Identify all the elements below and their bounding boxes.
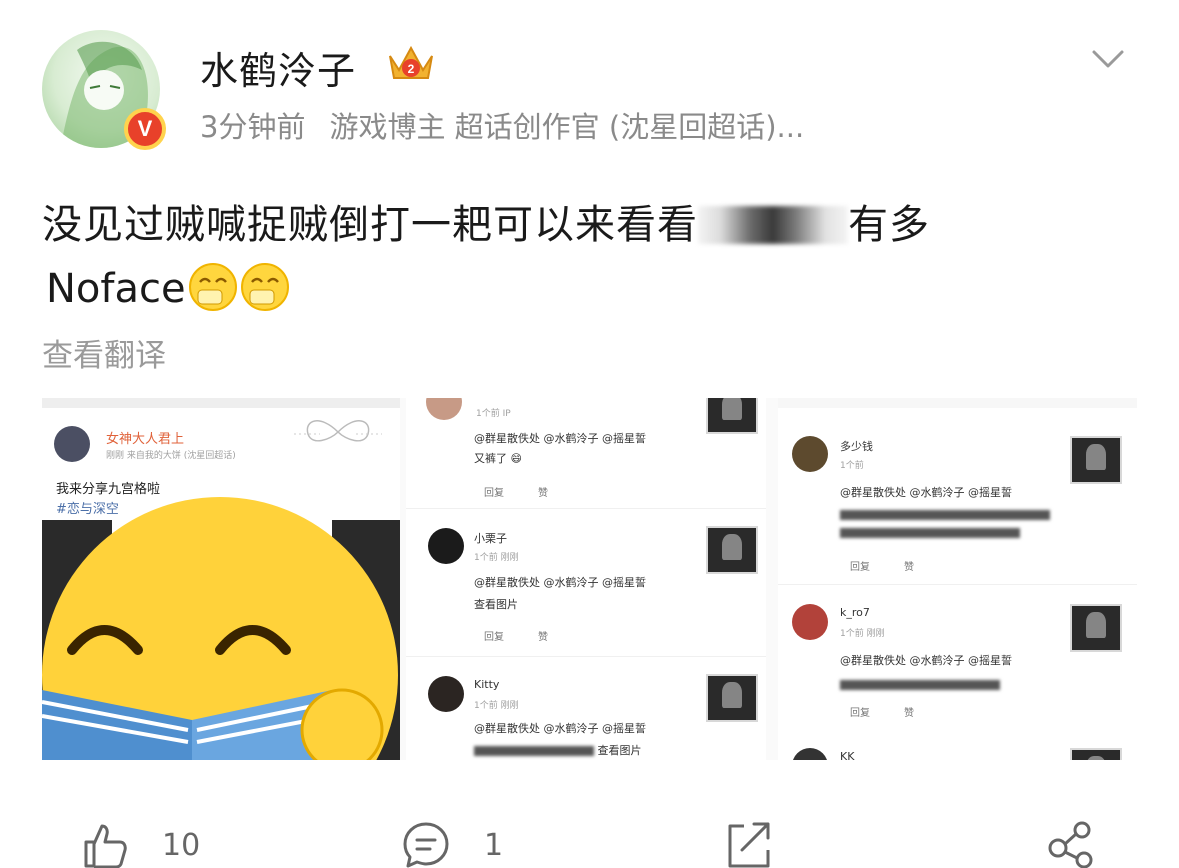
comment-username: Kitty [474,678,500,691]
translate-link[interactable]: 查看翻译 [42,330,166,375]
comment-extra[interactable]: 查看图片 [474,596,518,612]
bow-icon [294,420,382,442]
thumbnail-meta: 刚刚 来自我的大饼 (沈星回超话) [106,451,236,461]
comment-thumb[interactable] [706,398,758,434]
redacted-text [840,504,1050,523]
comment-avatar [428,676,464,712]
svg-text:2: 2 [408,62,415,76]
comment-actions[interactable]: 回复赞 [850,704,948,719]
redacted-region [698,206,848,244]
comment-actions[interactable]: 回复赞 [484,628,582,643]
comment-text: @群星散佚处 @水鹤泠子 @摇星誓 [840,654,1012,667]
repost-icon [728,822,770,868]
comment-avatar [792,604,828,640]
image-top-bar [42,398,400,408]
thumbnail-avatar [54,426,90,462]
post-text-part2: 有多 [848,202,930,248]
comment-avatar [792,436,828,472]
comment-thumb[interactable] [1070,604,1122,652]
comment-username: KK [840,750,855,760]
post-image-3[interactable]: 多少钱 1个前 @群星散佚处 @水鹤泠子 @摇星誓 回复赞 k_ro7 1个前 … [778,398,1137,760]
post-image-1[interactable]: 女神大人君上 刚刚 来自我的大饼 (沈星回超话) 我来分享九宫格啦 #恋与深空 [42,398,400,760]
smile-emoji-icon [188,263,237,311]
comment-username: 小栗子 [474,532,507,545]
smile-emoji-icon [240,263,289,311]
comment-avatar [428,528,464,564]
like-count: 10 [162,828,201,863]
comment-extra: 又裤了 😄 [474,452,522,465]
comment-actions[interactable]: 回复赞 [484,484,582,499]
comment-meta: 1个前 刚刚 [474,553,519,563]
redacted-text [840,674,1000,693]
share-icon [1048,821,1093,868]
comment-icon [403,822,449,868]
reading-emoji-icon [42,497,400,760]
thumbnail-username: 女神大人君上 [106,432,185,447]
comment-thumb[interactable] [1070,436,1122,484]
post-time: 3分钟前 [200,110,306,144]
comment-text: @群星散佚处 @水鹤泠子 @摇星誓 [474,576,646,589]
username[interactable]: 水鹤泠子 [200,40,356,95]
comment-username: 多少钱 [840,440,873,453]
comment-meta: 1个前 刚刚 [840,629,885,639]
post-text-line1: 没见过贼喊捉贼倒打一耙可以来看看 有多 [42,192,930,250]
comment-avatar [792,748,828,760]
post-images[interactable]: 女神大人君上 刚刚 来自我的大饼 (沈星回超话) 我来分享九宫格啦 #恋与深空 … [42,398,1137,760]
post-image-2[interactable]: 1个前 IP @群星散佚处 @水鹤泠子 @摇星誓 又裤了 😄 回复赞 小栗子 1… [406,398,766,760]
comment-count: 1 [484,828,504,863]
redacted-text [840,522,1020,541]
comment-text: @群星散佚处 @水鹤泠子 @摇星誓 [840,486,1012,499]
comment-meta: 1个前 IP [476,409,511,419]
comment-thumb[interactable] [706,674,758,722]
comment-username: k_ro7 [840,606,870,619]
comment-extra[interactable]: 查看图片 [474,742,642,758]
comment-meta: 1个前 刚刚 [474,701,519,711]
chevron-down-icon[interactable] [1088,44,1128,74]
comment-meta: 1个前 [840,461,864,471]
comment-avatar [426,398,462,420]
comment-thumb[interactable] [706,526,758,574]
post-meta: 3分钟前 游戏博主 超话创作官 (沈星回超话)... [200,104,804,146]
crown-badge-icon: 2 [389,45,433,79]
user-bio: 游戏博主 超话创作官 (沈星回超话)... [329,110,805,144]
comment-actions[interactable]: 回复赞 [850,558,948,573]
comment-text: @群星散佚处 @水鹤泠子 @摇星誓 [474,722,646,735]
verified-icon: V [124,108,166,150]
comment-thumb[interactable] [1070,748,1122,760]
post-text-noface: Noface [46,266,186,312]
like-icon [84,824,127,868]
post-text-line2: Noface [46,262,290,312]
post-text-part1: 没见过贼喊捉贼倒打一耙可以来看看 [42,202,698,248]
comment-text: @群星散佚处 @水鹤泠子 @摇星誓 [474,432,646,445]
